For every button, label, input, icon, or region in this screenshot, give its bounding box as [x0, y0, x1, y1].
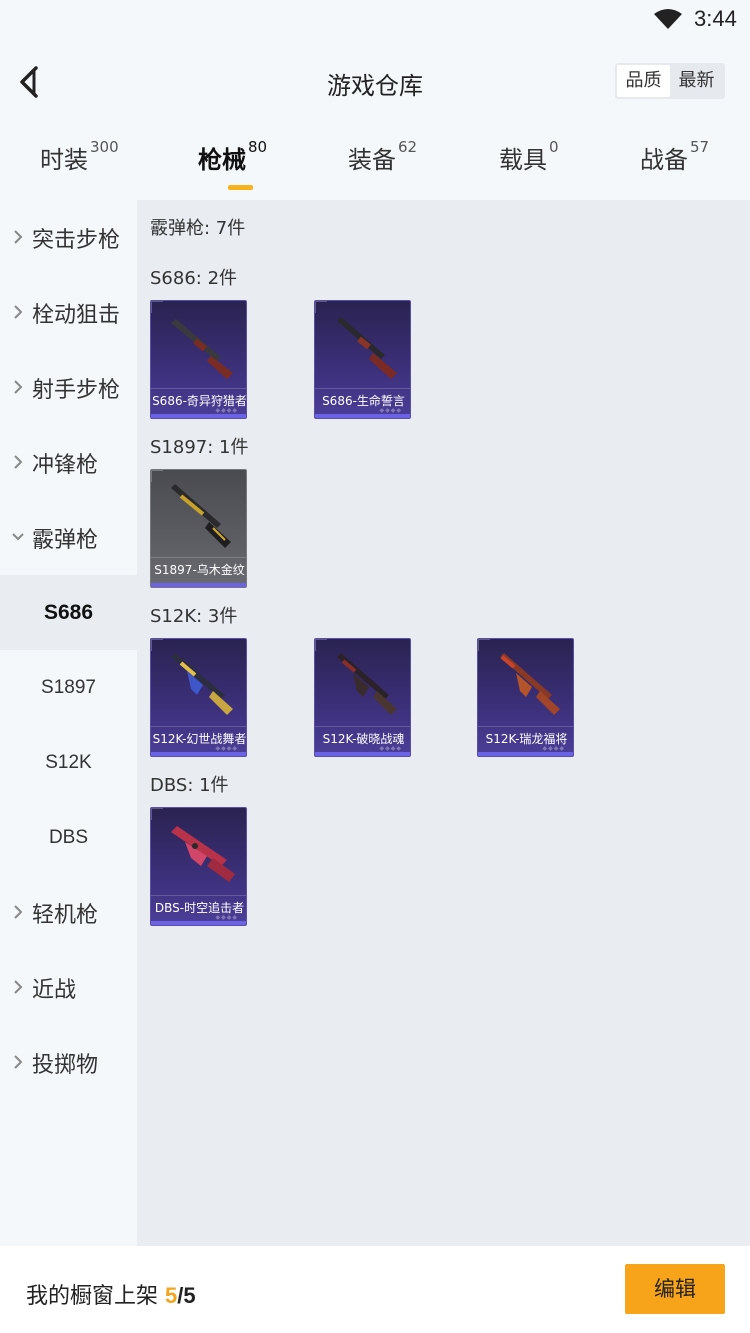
chevron-right-icon — [14, 230, 23, 244]
sidebar-item-bolt-sniper[interactable]: 栓动狙击 — [0, 275, 137, 350]
tab-gear[interactable]: 战备 57 — [640, 138, 710, 196]
skin-card[interactable]: S686-奇异狩猎者 ◆◆◆◆ — [150, 300, 247, 419]
sidebar-item-melee[interactable]: 近战 — [0, 950, 137, 1025]
chevron-right-icon — [14, 455, 23, 469]
chevron-right-icon — [14, 980, 23, 994]
rarity-dots: ◆◆◆◆ — [215, 745, 238, 752]
sidebar-subitem-dbs[interactable]: DBS — [0, 800, 137, 875]
item-grid: 霰弹枪: 7件 S686: 2件 S686-奇异狩猎者 ◆◆◆◆ S686-生命… — [137, 200, 750, 1246]
shotgun-icon — [171, 826, 235, 882]
sort-newest-option[interactable]: 最新 — [670, 65, 723, 97]
sidebar-item-smg[interactable]: 冲锋枪 — [0, 425, 137, 500]
sidebar-item-label: 近战 — [32, 978, 77, 1003]
showcase-total-count: /5 — [177, 1283, 196, 1308]
rarity-stripe — [315, 752, 410, 756]
rarity-dots: ◆◆◆◆ — [379, 745, 402, 752]
tab-fashion[interactable]: 时装 300 — [40, 138, 119, 196]
sidebar-subitem-s12k[interactable]: S12K — [0, 725, 137, 800]
rarity-dots: ◆◆◆◆ — [379, 407, 402, 414]
showcase-status: 我的橱窗上架 5/5 — [26, 1278, 196, 1310]
sidebar-item-label: 射手步枪 — [32, 378, 121, 403]
skin-card[interactable]: S12K-瑞龙福将 ◆◆◆◆ — [477, 638, 574, 757]
shotgun-icon — [171, 319, 233, 379]
skin-card[interactable]: S12K-幻世战舞者 ◆◆◆◆ — [150, 638, 247, 757]
rarity-stripe — [315, 414, 410, 418]
bottom-bar: 我的橱窗上架 5/5 编辑 — [0, 1246, 750, 1333]
sort-toggle: 品质 最新 — [615, 63, 725, 99]
category-count-header: 霰弹枪: 7件 — [150, 218, 246, 239]
sidebar-item-throwables[interactable]: 投掷物 — [0, 1025, 137, 1100]
sidebar-subitem-s686[interactable]: S686 — [0, 575, 137, 650]
tab-label: 枪械 — [198, 146, 246, 174]
group-header: S12K: 3件 — [150, 606, 238, 627]
rifle-icon — [500, 653, 560, 715]
header: 游戏仓库 品质 最新 — [0, 52, 750, 112]
skin-card[interactable]: DBS-时空追击者 ◆◆◆◆ — [150, 807, 247, 926]
sidebar-item-label: 冲锋枪 — [32, 453, 99, 478]
tab-equipment[interactable]: 装备 62 — [348, 138, 418, 196]
rarity-dots: ◆◆◆◆ — [215, 407, 238, 414]
tab-label: 时装 — [40, 146, 88, 174]
sort-quality-option[interactable]: 品质 — [617, 65, 670, 97]
sidebar-item-label: 霰弹枪 — [32, 528, 99, 553]
status-time: 3:44 — [694, 6, 737, 31]
edit-button[interactable]: 编辑 — [625, 1264, 725, 1314]
showcase-current-count: 5 — [165, 1283, 178, 1308]
sidebar-item-label: 突击步枪 — [32, 228, 121, 253]
sidebar-subitem-s1897[interactable]: S1897 — [0, 650, 137, 725]
rifle-icon — [337, 653, 397, 715]
tab-vehicles[interactable]: 载具 0 — [499, 138, 559, 196]
sidebar-item-label: 栓动狙击 — [32, 303, 121, 328]
rarity-stripe — [151, 414, 246, 418]
skin-card[interactable]: S1897-乌木金纹 — [150, 469, 247, 588]
chevron-right-icon — [14, 380, 23, 394]
sidebar-item-shotgun[interactable]: 霰弹枪 — [0, 500, 137, 575]
group-header: S686: 2件 — [150, 268, 238, 289]
rarity-stripe — [151, 752, 246, 756]
rarity-stripe — [151, 583, 246, 587]
tab-label: 战备 — [640, 146, 688, 174]
rifle-icon — [171, 653, 233, 715]
sidebar-item-label: 轻机枪 — [32, 903, 99, 928]
category-tabs: 时装 300 枪械 80 装备 62 载具 0 战备 57 — [0, 138, 750, 200]
tab-count: 62 — [398, 138, 418, 156]
status-bar: 3:44 — [0, 0, 750, 40]
rarity-stripe — [478, 752, 573, 756]
sidebar-subitem-label: S12K — [45, 752, 92, 773]
sidebar: 突击步枪 栓动狙击 射手步枪 冲锋枪 霰弹枪 S686 S1897 S12K D… — [0, 200, 137, 1246]
group-header: DBS: 1件 — [150, 775, 229, 796]
chevron-right-icon — [14, 305, 23, 319]
skin-card[interactable]: S12K-破晓战魂 ◆◆◆◆ — [314, 638, 411, 757]
tab-label: 装备 — [348, 146, 396, 174]
showcase-label: 我的橱窗上架 — [26, 1284, 159, 1309]
shotgun-icon — [171, 484, 231, 548]
wifi-icon — [654, 9, 682, 29]
sidebar-subitem-label: DBS — [48, 827, 89, 848]
sidebar-item-lmg[interactable]: 轻机枪 — [0, 875, 137, 950]
sidebar-subitem-label: S1897 — [41, 677, 96, 698]
skin-name: S1897-乌木金纹 — [151, 557, 246, 582]
rarity-stripe — [151, 921, 246, 925]
rarity-dots: ◆◆◆◆ — [542, 745, 565, 752]
sidebar-item-label: 投掷物 — [32, 1053, 99, 1078]
tab-count: 300 — [90, 138, 119, 156]
tab-count: 0 — [549, 138, 559, 156]
chevron-down-icon — [12, 533, 24, 541]
sidebar-item-marksman-rifle[interactable]: 射手步枪 — [0, 350, 137, 425]
chevron-right-icon — [14, 905, 23, 919]
tab-label: 载具 — [499, 146, 547, 174]
group-header: S1897: 1件 — [150, 437, 249, 458]
tab-count: 80 — [248, 138, 268, 156]
sidebar-subitem-label: S686 — [43, 601, 94, 624]
tab-count: 57 — [690, 138, 710, 156]
sidebar-item-assault-rifle[interactable]: 突击步枪 — [0, 200, 137, 275]
chevron-right-icon — [14, 1055, 23, 1069]
active-tab-indicator — [228, 185, 253, 190]
shotgun-icon — [337, 317, 397, 379]
rarity-dots: ◆◆◆◆ — [215, 914, 238, 921]
skin-card[interactable]: S686-生命誓言 ◆◆◆◆ — [314, 300, 411, 419]
